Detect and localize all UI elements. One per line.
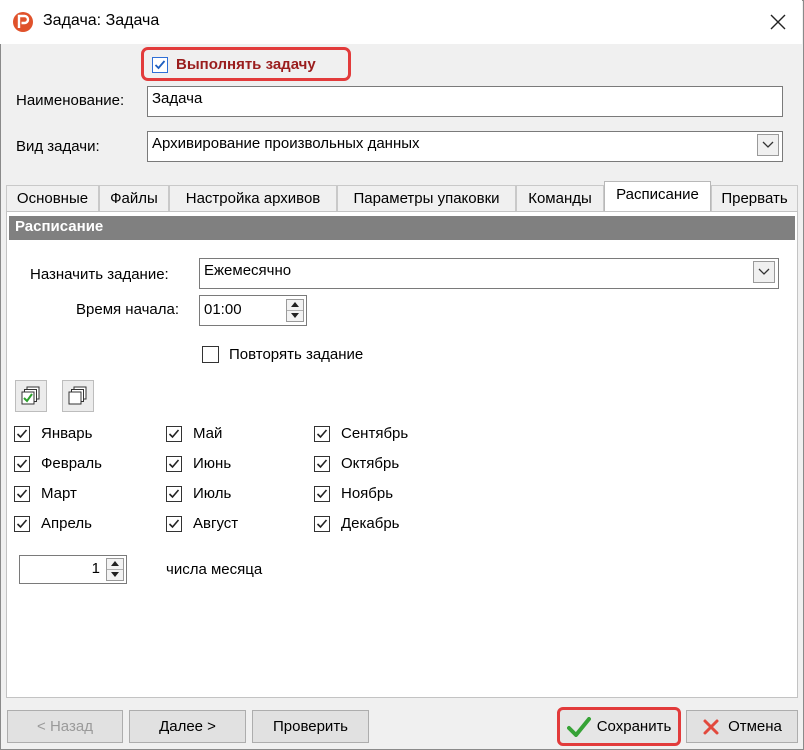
close-icon: [770, 14, 786, 30]
month-checkbox[interactable]: [166, 516, 182, 532]
month-label: Март: [41, 485, 77, 502]
start-time-spinner[interactable]: [286, 299, 304, 322]
assign-select[interactable]: Ежемесячно: [199, 258, 779, 289]
task-type-label: Вид задачи:: [16, 138, 100, 155]
schedule-section-header: Расписание: [9, 216, 795, 240]
check-icon: [168, 519, 180, 529]
tab-main[interactable]: Основные: [6, 185, 99, 212]
tab-commands[interactable]: Команды: [516, 185, 604, 212]
triangle-down-icon: [111, 572, 119, 578]
cross-icon: [703, 719, 719, 734]
execute-task-group: Выполнять задачу: [141, 47, 351, 81]
check-icon: [316, 489, 328, 499]
deselect-all-icon: [68, 386, 87, 405]
checkmark-icon: [566, 716, 591, 737]
month-checkbox[interactable]: [14, 456, 30, 472]
month-label: Сентябрь: [341, 425, 409, 442]
chevron-down-icon: [762, 141, 774, 148]
assign-value: Ежемесячно: [204, 262, 292, 279]
deselect-all-months-button[interactable]: [62, 380, 94, 412]
month-checkbox[interactable]: [166, 486, 182, 502]
task-type-select[interactable]: Архивирование произвольных данных: [147, 131, 783, 162]
month-label: Июль: [193, 485, 232, 502]
check-icon: [154, 60, 166, 70]
close-button[interactable]: [758, 4, 798, 40]
cancel-button[interactable]: Отмена: [686, 710, 798, 743]
day-of-month-label: числа месяца: [166, 561, 263, 578]
chevron-down-icon: [758, 268, 770, 275]
month-checkbox[interactable]: [314, 516, 330, 532]
select-all-icon: [21, 386, 40, 405]
month-label: Август: [193, 515, 239, 532]
triangle-down-icon: [291, 313, 299, 319]
check-icon: [16, 489, 28, 499]
month-checkbox[interactable]: [14, 516, 30, 532]
check-icon: [316, 429, 328, 439]
check-icon: [168, 429, 180, 439]
name-input[interactable]: Задача: [147, 86, 783, 117]
day-of-month-spinner[interactable]: [106, 558, 124, 581]
month-label: Июнь: [193, 455, 232, 472]
tab-strip: Основные Файлы Настройка архивов Парамет…: [6, 181, 798, 213]
tab-files[interactable]: Файлы: [99, 185, 169, 212]
assign-label: Назначить задание:: [30, 266, 169, 283]
month-checkbox[interactable]: [14, 486, 30, 502]
month-label: Декабрь: [341, 515, 400, 532]
spin-up-button[interactable]: [107, 559, 123, 570]
check-icon: [16, 429, 28, 439]
month-checkbox[interactable]: [314, 456, 330, 472]
month-checkbox[interactable]: [314, 486, 330, 502]
execute-task-label[interactable]: Выполнять задачу: [176, 56, 316, 73]
month-label: Октябрь: [341, 455, 400, 472]
assign-dropdown-button[interactable]: [753, 261, 775, 283]
repeat-task-checkbox[interactable]: [202, 346, 219, 363]
start-time-value: 01:00: [204, 301, 242, 318]
month-checkbox[interactable]: [314, 426, 330, 442]
tab-schedule[interactable]: Расписание: [604, 181, 711, 213]
check-button[interactable]: Проверить: [252, 710, 369, 743]
tab-packing-params[interactable]: Параметры упаковки: [337, 185, 516, 212]
start-time-input[interactable]: 01:00: [199, 295, 307, 326]
check-icon: [316, 459, 328, 469]
day-of-month-value: 1: [91, 560, 100, 577]
next-button[interactable]: Далее >: [129, 710, 246, 743]
name-label: Наименование:: [16, 92, 125, 109]
execute-task-checkbox[interactable]: [152, 57, 168, 73]
month-label: Апрель: [41, 515, 92, 532]
month-label: Май: [193, 425, 223, 442]
month-checkbox[interactable]: [166, 456, 182, 472]
tab-interrupt[interactable]: Прервать: [711, 185, 798, 212]
month-checkbox[interactable]: [166, 426, 182, 442]
month-label: Февраль: [41, 455, 102, 472]
check-icon: [168, 459, 180, 469]
app-logo-icon: [12, 11, 34, 33]
day-of-month-input[interactable]: 1: [19, 555, 127, 584]
month-label: Ноябрь: [341, 485, 394, 502]
triangle-up-icon: [291, 302, 299, 308]
triangle-up-icon: [111, 561, 119, 567]
spin-down-button[interactable]: [107, 570, 123, 581]
spin-up-button[interactable]: [287, 300, 303, 311]
title-bar: Задача: Задача: [0, 0, 802, 44]
save-button[interactable]: Сохранить: [557, 707, 681, 746]
cancel-button-label: Отмена: [728, 718, 782, 735]
start-time-label: Время начала:: [76, 301, 180, 318]
tab-archive-settings[interactable]: Настройка архивов: [169, 185, 337, 212]
month-checkbox[interactable]: [14, 426, 30, 442]
check-icon: [16, 459, 28, 469]
task-type-value: Архивирование произвольных данных: [152, 135, 420, 152]
window-title: Задача: Задача: [43, 12, 160, 29]
repeat-task-label[interactable]: Повторять задание: [229, 346, 363, 363]
month-label: Январь: [41, 425, 93, 442]
check-icon: [16, 519, 28, 529]
save-button-label: Сохранить: [596, 718, 672, 735]
spin-down-button[interactable]: [287, 311, 303, 322]
check-icon: [168, 489, 180, 499]
back-button[interactable]: < Назад: [7, 710, 123, 743]
select-all-months-button[interactable]: [15, 380, 47, 412]
task-type-dropdown-button[interactable]: [757, 134, 779, 156]
check-icon: [316, 519, 328, 529]
